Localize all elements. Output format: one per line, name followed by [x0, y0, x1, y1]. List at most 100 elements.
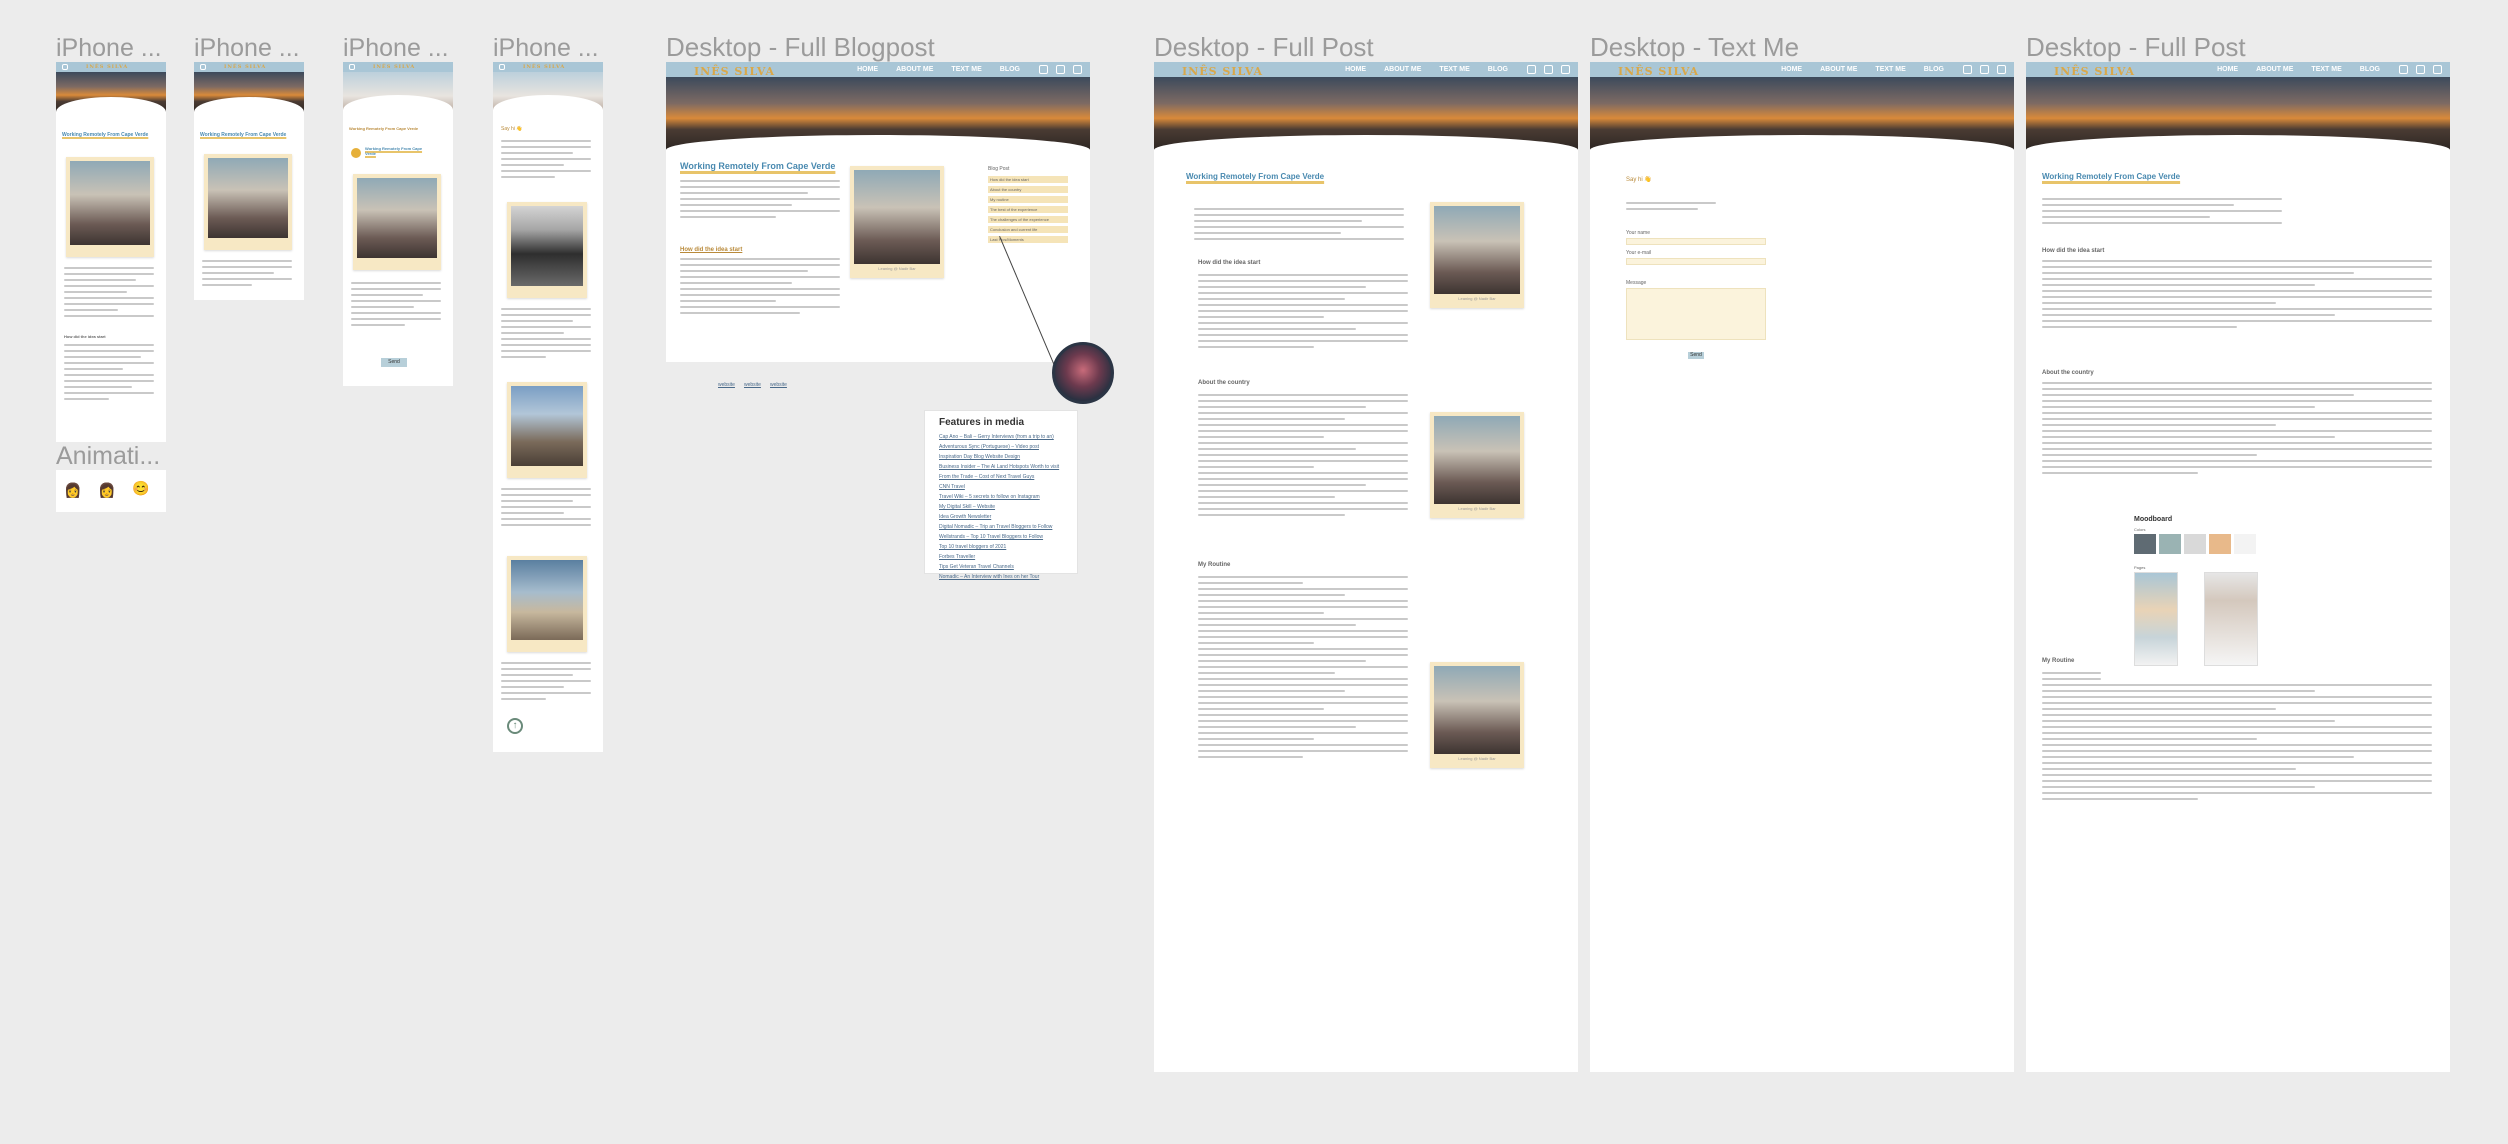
instagram-icon[interactable] — [1963, 65, 1972, 74]
nav-blog[interactable]: BLOG — [1488, 66, 1508, 73]
post-title[interactable]: Working Remotely From Cape Verde — [62, 132, 148, 138]
nav-about[interactable]: ABOUT ME — [2256, 66, 2293, 73]
post-title[interactable]: Working Remotely From Cape Verde — [200, 132, 286, 138]
nav-blog[interactable]: BLOG — [2360, 66, 2380, 73]
feature-link[interactable]: Tips Get Veteran Travel Channels — [939, 564, 1063, 570]
mobile-nav: INÊS SILVA — [56, 62, 166, 72]
post-title[interactable]: Working Remotely From Cape Verde — [365, 146, 425, 156]
instagram-icon[interactable] — [1527, 65, 1536, 74]
scroll-to-top-icon[interactable]: ↑ — [507, 718, 523, 734]
instagram-icon[interactable] — [1039, 65, 1048, 74]
brand-logo[interactable]: INÊS SILVA — [523, 64, 565, 70]
blog-breadcrumb[interactable]: Working Remotely From Cape Verde — [349, 126, 418, 131]
message-textarea[interactable] — [1626, 288, 1766, 340]
footer-link[interactable]: website — [770, 382, 787, 388]
sidebar-link[interactable]: About the country — [988, 186, 1068, 193]
post-title[interactable]: Working Remotely From Cape Verde — [680, 161, 835, 171]
sidebar-link[interactable]: My routine — [988, 196, 1068, 203]
brand-logo[interactable]: INÊS SILVA — [373, 64, 415, 70]
post-title[interactable]: Working Remotely From Cape Verde — [1186, 172, 1324, 181]
nav-home[interactable]: HOME — [2217, 66, 2238, 73]
read-more-button[interactable]: Send — [381, 358, 407, 367]
nav-text-me[interactable]: TEXT ME — [1439, 66, 1469, 73]
desktop-blogpost-frame: INÊS SILVA HOME ABOUT ME TEXT ME BLOG Wo… — [666, 62, 1090, 362]
desktop-text-me-frame: INÊS SILVA HOME ABOUT ME TEXT ME BLOG Sa… — [1590, 62, 2014, 1072]
nav-text-me[interactable]: TEXT ME — [2311, 66, 2341, 73]
section-heading-routine: My Routine — [1198, 562, 1231, 568]
feature-link[interactable]: Wellstrands – Top 10 Travel Bloggers to … — [939, 534, 1063, 540]
feature-link[interactable]: Business Insider – The Ai Land Hotspots … — [939, 464, 1063, 470]
nav-links: HOME ABOUT ME TEXT ME BLOG — [1345, 66, 1508, 73]
features-title: Features in media — [939, 417, 1025, 428]
brand-logo[interactable]: INÊS SILVA — [224, 64, 266, 70]
feature-link[interactable]: Idea Growth Newsletter — [939, 514, 1063, 520]
nav-links: HOME ABOUT ME TEXT ME BLOG — [857, 66, 1020, 73]
feature-link[interactable]: Cap Ano – Bali – Gerry Interviews (from … — [939, 434, 1063, 440]
frame-title-desktop-text-me: Desktop - Text Me — [1590, 32, 1800, 62]
emoji-animation-2: 👩 — [98, 482, 116, 498]
sidebar-link[interactable]: The challenges of the experience — [988, 216, 1068, 223]
color-swatch — [2159, 534, 2181, 554]
nav-about[interactable]: ABOUT ME — [1820, 66, 1857, 73]
name-input[interactable] — [1626, 238, 1766, 245]
emoji-animation-3: 😊 — [132, 480, 150, 496]
greeting: Say hi 👋 — [1626, 177, 1652, 183]
feature-link[interactable]: Inspiration Day Blog Website Design — [939, 454, 1063, 460]
desktop-full-post-frame: INÊS SILVA HOME ABOUT ME TEXT ME BLOG Wo… — [1154, 62, 1578, 1072]
nav-blog[interactable]: BLOG — [1000, 66, 1020, 73]
feature-link[interactable]: Adventurous Sync (Portuguese) – Video po… — [939, 444, 1063, 450]
mail-icon[interactable] — [1073, 65, 1082, 74]
nav-home[interactable]: HOME — [1781, 66, 1802, 73]
menu-icon[interactable] — [200, 64, 206, 70]
feature-link[interactable]: Top 10 travel bloggers of 2021 — [939, 544, 1063, 550]
brand-logo[interactable]: INÊS SILVA — [86, 64, 128, 70]
mail-icon[interactable] — [1997, 65, 2006, 74]
post-body-text-4 — [2042, 672, 2432, 804]
hero-image — [56, 72, 166, 115]
mail-icon[interactable] — [2433, 65, 2442, 74]
mobile-nav: INÊS SILVA — [493, 62, 603, 72]
send-button[interactable]: Send — [1688, 352, 1704, 359]
iphone-frame-3: INÊS SILVA Working Remotely From Cape Ve… — [343, 62, 453, 386]
colors-label: Colors — [2134, 527, 2146, 532]
sidebar-link[interactable]: Conclusion and current life — [988, 226, 1068, 233]
hero-image — [493, 72, 603, 113]
linkedin-icon[interactable] — [1544, 65, 1553, 74]
feature-link[interactable]: Forbes Traveller — [939, 554, 1063, 560]
nav-home[interactable]: HOME — [1345, 66, 1366, 73]
footer-link[interactable]: website — [718, 382, 735, 388]
section-heading-idea: How did the idea start — [1198, 260, 1261, 266]
nav-home[interactable]: HOME — [857, 66, 878, 73]
feature-link[interactable]: My Digital Skill – Website — [939, 504, 1063, 510]
nav-about[interactable]: ABOUT ME — [896, 66, 933, 73]
nav-text-me[interactable]: TEXT ME — [1875, 66, 1905, 73]
sidebar-link[interactable]: The best of the experience — [988, 206, 1068, 213]
linkedin-icon[interactable] — [2416, 65, 2425, 74]
nav-text-me[interactable]: TEXT ME — [951, 66, 981, 73]
desktop-full-post-frame-2: INÊS SILVA HOME ABOUT ME TEXT ME BLOG Wo… — [2026, 62, 2450, 1072]
feature-link[interactable]: Digital Nomadic – Trip an Travel Blogger… — [939, 524, 1063, 530]
desktop-nav: INÊS SILVA HOME ABOUT ME TEXT ME BLOG — [1154, 62, 1578, 78]
post-title[interactable]: Working Remotely From Cape Verde — [2042, 172, 2180, 181]
nav-about[interactable]: ABOUT ME — [1384, 66, 1421, 73]
desktop-nav: INÊS SILVA HOME ABOUT ME TEXT ME BLOG — [666, 62, 1090, 78]
menu-icon[interactable] — [349, 64, 355, 70]
linkedin-icon[interactable] — [1980, 65, 1989, 74]
sidebar-link[interactable]: How did the idea start — [988, 176, 1068, 183]
email-input[interactable] — [1626, 258, 1766, 265]
footer-link[interactable]: website — [744, 382, 761, 388]
hero-image — [666, 77, 1090, 153]
nav-blog[interactable]: BLOG — [1924, 66, 1944, 73]
menu-icon[interactable] — [62, 64, 68, 70]
linkedin-icon[interactable] — [1056, 65, 1065, 74]
feature-link[interactable]: From the Trade – Cost of Next Travel Guy… — [939, 474, 1063, 480]
mail-icon[interactable] — [1561, 65, 1570, 74]
post-photo-3: Leaning @ Nadir Bar — [1430, 662, 1524, 768]
instagram-icon[interactable] — [2399, 65, 2408, 74]
feature-link[interactable]: CNN Travel — [939, 484, 1063, 490]
menu-icon[interactable] — [499, 64, 505, 70]
feature-link[interactable]: Nomadic – An Interview with Ines on her … — [939, 574, 1063, 580]
feature-link[interactable]: Travel Wiki – 5 secrets to follow on Ins… — [939, 494, 1063, 500]
post-body-text — [680, 180, 840, 222]
post-body-text — [64, 267, 154, 321]
